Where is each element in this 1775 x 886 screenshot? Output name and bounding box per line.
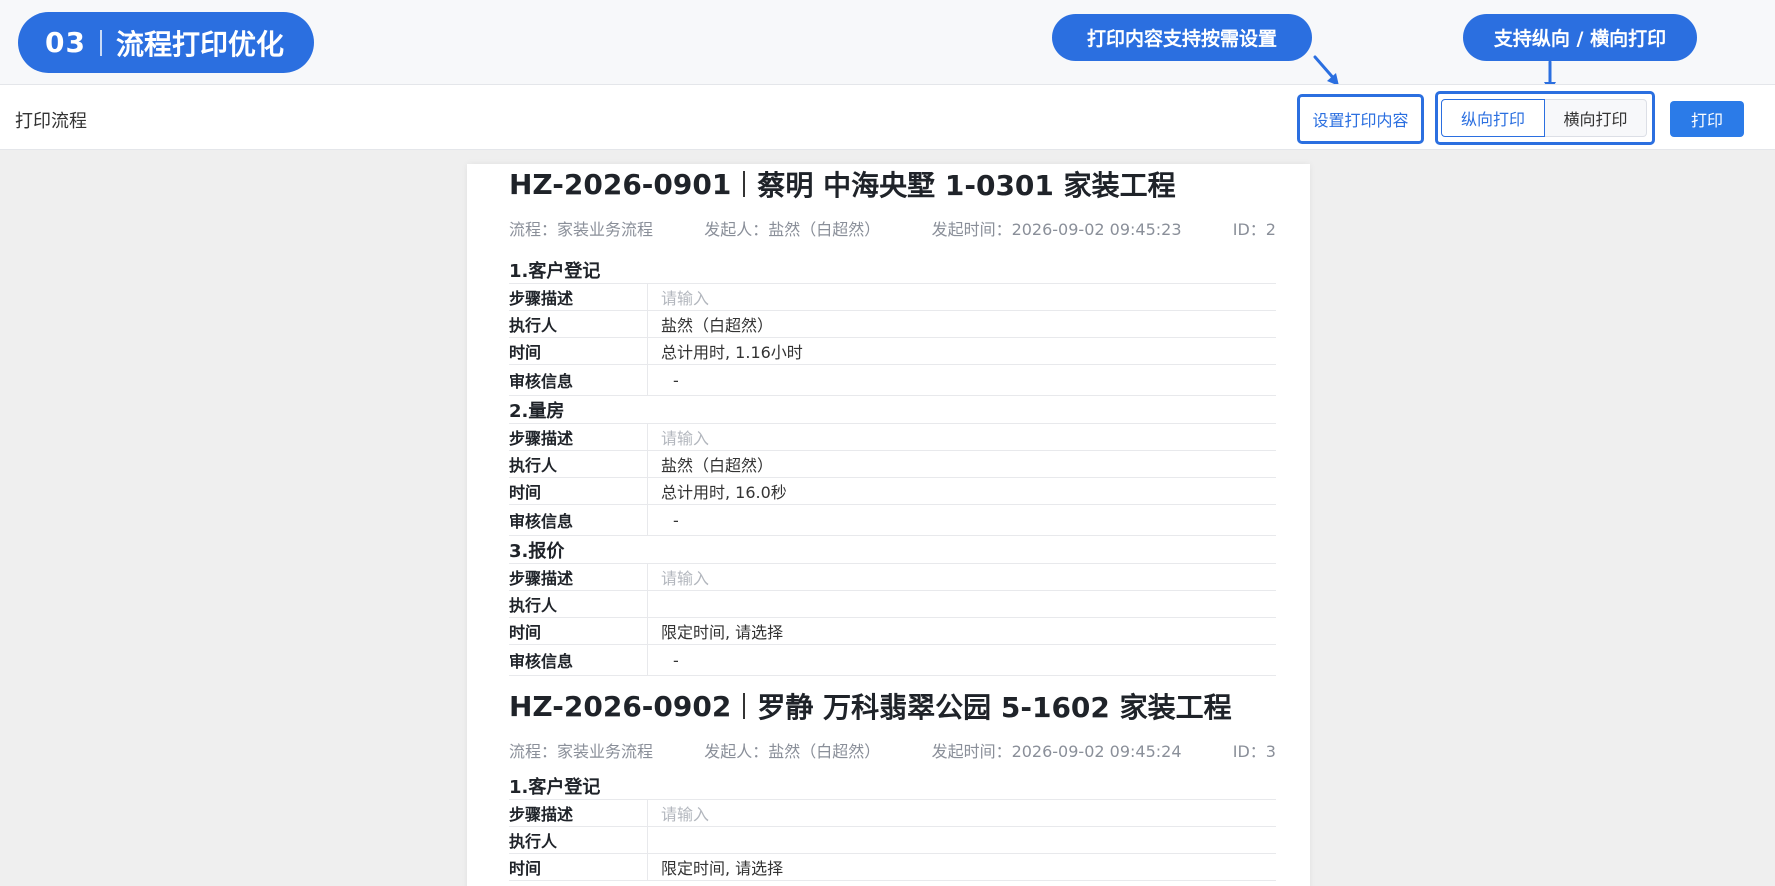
toolbar-title: 打印流程 — [15, 111, 87, 132]
row-label: 时间 — [509, 618, 648, 644]
table-row: 执行人 盐然（白超然） — [509, 311, 1276, 338]
table-row: 时间 限定时间, 请选择 — [509, 618, 1276, 645]
table-row: 审核信息 - — [509, 645, 1276, 676]
meta-time: 发起时间：2026-09-02 09:45:23 — [931, 220, 1182, 239]
row-label: 执行人 — [509, 591, 648, 617]
table-row: 步骤描述 请输入 — [509, 424, 1276, 451]
print-toolbar: 打印流程 设置打印内容 纵向打印 横向打印 打印 — [0, 84, 1775, 150]
row-value: 总计用时, 1.16小时 — [661, 343, 803, 362]
table-row: 时间 总计用时, 1.16小时 — [509, 338, 1276, 365]
section-title: 1.客户登记 — [509, 772, 1276, 800]
record-title: HZ-2026-0902 罗静 万科翡翠公园 5-1602 家装工程 — [509, 686, 1276, 726]
record-name: 罗静 万科翡翠公园 5-1602 家装工程 — [757, 691, 1232, 724]
portrait-print-toggle[interactable]: 纵向打印 — [1441, 99, 1545, 137]
record-meta: 流程：家装业务流程 发起人：盐然（白超然） 发起时间：2026-09-02 09… — [509, 738, 1276, 762]
row-label: 时间 — [509, 854, 648, 880]
table-row: 步骤描述 请输入 — [509, 564, 1276, 591]
record-name: 蔡明 中海央墅 1-0301 家装工程 — [757, 169, 1176, 202]
row-value: 盐然（白超然） — [661, 316, 774, 335]
section-title: 3.报价 — [509, 536, 1276, 564]
row-value: 请输入 — [661, 805, 710, 824]
meta-flow: 流程：家装业务流程 — [509, 742, 654, 761]
meta-flow: 流程：家装业务流程 — [509, 220, 654, 239]
table-row: 执行人 盐然（白超然） — [509, 451, 1276, 478]
landscape-print-toggle[interactable]: 横向打印 — [1545, 99, 1647, 137]
table-row: 审核信息 - — [509, 505, 1276, 536]
table-row: 步骤描述 请输入 — [509, 800, 1276, 827]
meta-time: 发起时间：2026-09-02 09:45:24 — [931, 742, 1182, 761]
row-label: 步骤描述 — [509, 284, 648, 310]
print-preview-document: HZ-2026-0901 蔡明 中海央墅 1-0301 家装工程 流程：家装业务… — [467, 164, 1310, 886]
section-title: 1.客户登记 — [509, 256, 1276, 284]
row-label: 时间 — [509, 478, 648, 504]
meta-id: ID：2 — [1232, 220, 1276, 239]
title-divider — [743, 171, 746, 197]
set-print-content-button[interactable]: 设置打印内容 — [1303, 101, 1418, 137]
row-value: - — [673, 370, 679, 390]
row-value: - — [673, 510, 679, 530]
row-label: 时间 — [509, 338, 648, 364]
row-value: 限定时间, 请选择 — [661, 859, 784, 878]
row-label: 步骤描述 — [509, 424, 648, 450]
table-row: 时间 总计用时, 16.0秒 — [509, 478, 1276, 505]
row-label: 审核信息 — [509, 505, 648, 535]
table-row: 步骤描述 请输入 — [509, 284, 1276, 311]
row-value: - — [673, 650, 679, 670]
print-button[interactable]: 打印 — [1670, 101, 1744, 137]
row-label: 执行人 — [509, 311, 648, 337]
table-row: 执行人 — [509, 591, 1276, 618]
meta-id: ID：3 — [1232, 742, 1276, 761]
title-divider — [743, 693, 746, 719]
row-label: 步骤描述 — [509, 800, 648, 826]
table-row: 时间 限定时间, 请选择 — [509, 854, 1276, 881]
record-meta: 流程：家装业务流程 发起人：盐然（白超然） 发起时间：2026-09-02 09… — [509, 216, 1276, 240]
row-label: 步骤描述 — [509, 564, 648, 590]
row-value: 限定时间, 请选择 — [661, 623, 784, 642]
record-title: HZ-2026-0901 蔡明 中海央墅 1-0301 家装工程 — [509, 164, 1276, 204]
row-value: 总计用时, 16.0秒 — [661, 483, 787, 502]
section-title: 2.量房 — [509, 396, 1276, 424]
row-value: 请输入 — [661, 289, 710, 308]
row-value: 请输入 — [661, 569, 710, 588]
table-row: 执行人 — [509, 827, 1276, 854]
meta-initiator: 发起人：盐然（白超然） — [704, 220, 881, 239]
row-label: 审核信息 — [509, 645, 648, 675]
record-code: HZ-2026-0902 — [509, 689, 732, 723]
row-value: 盐然（白超然） — [661, 456, 774, 475]
record-code: HZ-2026-0901 — [509, 167, 732, 201]
row-label: 审核信息 — [509, 365, 648, 395]
meta-initiator: 发起人：盐然（白超然） — [704, 742, 881, 761]
table-row: 审核信息 - — [509, 365, 1276, 396]
row-value: 请输入 — [661, 429, 710, 448]
row-label: 执行人 — [509, 827, 648, 853]
row-label: 执行人 — [509, 451, 648, 477]
